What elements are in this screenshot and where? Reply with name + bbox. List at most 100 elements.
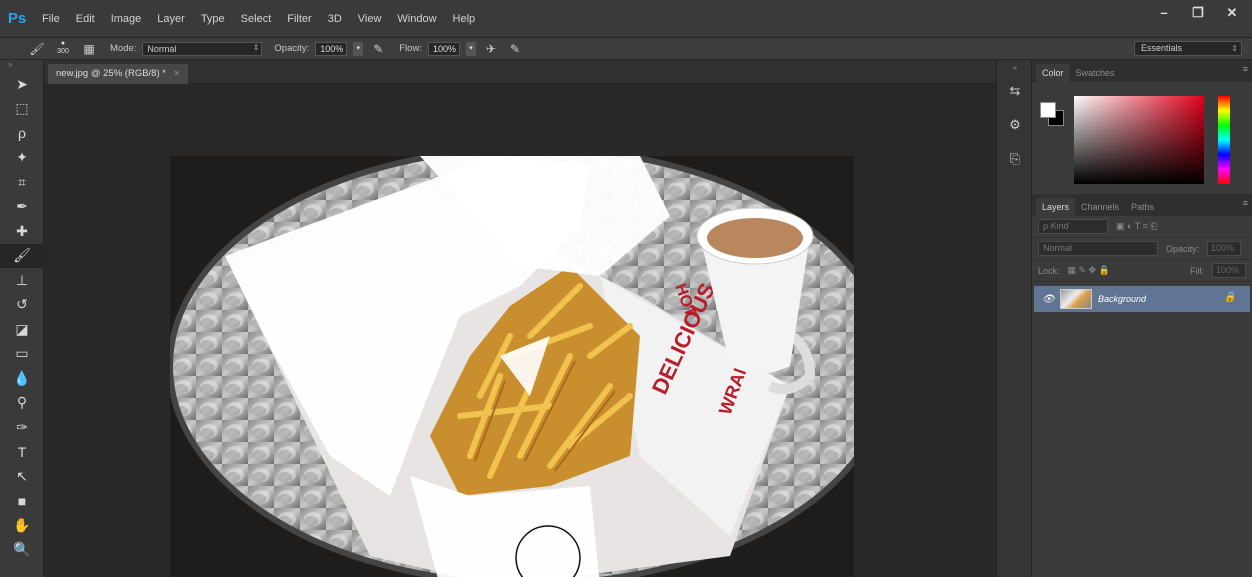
airbrush-icon[interactable]: ✈ — [482, 41, 500, 57]
layer-opacity-label: Opacity: — [1166, 243, 1200, 254]
menu-bar: Ps File Edit Image Layer Type Select Fil… — [0, 0, 1252, 38]
layer-kind-filter[interactable]: ρ Kind — [1038, 219, 1108, 234]
canvas-area[interactable]: DELICIOUS WRAP HOT — [44, 84, 996, 577]
move-tool-icon[interactable]: ➤ — [0, 72, 44, 97]
fill-input[interactable]: 100% — [1212, 263, 1246, 278]
right-panels: Color Swatches ≡ Layers Channels Paths ≡… — [1032, 60, 1252, 577]
photoshop-logo: Ps — [7, 10, 27, 27]
layer-lock-icon: 🔒 — [1223, 292, 1236, 303]
tab-layers[interactable]: Layers — [1036, 198, 1076, 216]
visibility-eye-icon[interactable]: 👁 — [1042, 294, 1055, 305]
menu-type[interactable]: Type — [193, 0, 233, 38]
lock-label: Lock: — [1038, 265, 1060, 276]
layers-panel: ρ Kind ▣ ◐ T ⌗ ⎗ Normal Opacity: 100% Lo… — [1032, 216, 1252, 312]
clone-stamp-tool-icon[interactable]: ⊥ — [0, 268, 44, 293]
menu-file[interactable]: File — [34, 0, 68, 38]
tab-channels[interactable]: Channels — [1075, 198, 1125, 216]
pen-tool-icon[interactable]: ✑ — [0, 415, 44, 440]
properties-panel-icon[interactable]: ⚙ — [997, 108, 1033, 142]
lock-options-icons[interactable]: ▦ ✎ ✥ 🔒 — [1068, 265, 1110, 276]
eraser-tool-icon[interactable]: ◪ — [0, 317, 44, 342]
blend-row: Normal Opacity: 100% — [1032, 238, 1252, 260]
mode-select[interactable]: Normal — [142, 41, 263, 56]
flow-input[interactable]: 100% — [427, 41, 460, 56]
gradient-tool-icon[interactable]: ▭ — [0, 342, 44, 367]
clone-source-panel-icon[interactable]: ⎘ — [997, 142, 1033, 176]
crop-tool-icon[interactable]: ⌗ — [0, 170, 44, 195]
dodge-tool-icon[interactable]: ⚲ — [0, 391, 44, 416]
type-tool-icon[interactable]: T — [0, 440, 44, 465]
collapse-icon[interactable]: » — [0, 60, 43, 72]
menu-help[interactable]: Help — [445, 0, 484, 38]
window-controls: – ❐ ✕ — [1152, 4, 1244, 22]
zoom-tool-icon[interactable]: 🔍 — [0, 538, 44, 563]
panel-icon-strip: « ⇆ ⚙ ⎘ — [996, 60, 1032, 577]
menu-3d[interactable]: 3D — [320, 0, 350, 38]
layer-name: Background — [1098, 294, 1147, 304]
layer-opacity-input[interactable]: 100% — [1207, 241, 1242, 256]
menu-window[interactable]: Window — [389, 0, 444, 38]
flow-dropdown-icon[interactable]: ▾ — [465, 41, 476, 56]
rectangle-tool-icon[interactable]: ■ — [0, 489, 44, 514]
document-tab-title: new.jpg @ 25% (RGB/8) * — [56, 68, 166, 79]
pressure-size-icon[interactable]: ✎ — [506, 41, 524, 57]
color-spectrum[interactable] — [1074, 96, 1204, 184]
foreground-color-swatch[interactable] — [1040, 102, 1056, 118]
history-panel-icon[interactable]: ⇆ — [997, 74, 1033, 108]
menu-image[interactable]: Image — [103, 0, 150, 38]
blur-tool-icon[interactable]: 💧 — [0, 366, 44, 391]
color-panel-tabs: Color Swatches ≡ — [1032, 60, 1252, 82]
minimize-button[interactable]: – — [1152, 4, 1176, 22]
opacity-dropdown-icon[interactable]: ▾ — [353, 41, 364, 56]
workspace-select[interactable]: Essentials — [1134, 41, 1242, 56]
pressure-opacity-icon[interactable]: ✎ — [369, 41, 387, 57]
marquee-tool-icon[interactable]: ⬚ — [0, 97, 44, 122]
layer-row[interactable]: 👁 Background 🔒 — [1034, 286, 1250, 312]
brush-size-picker[interactable]: ● 300 — [52, 40, 74, 58]
flow-label: Flow: — [399, 43, 422, 54]
brush-dot-icon: ● — [60, 39, 66, 47]
healing-brush-tool-icon[interactable]: ✚ — [0, 219, 44, 244]
layer-thumbnail — [1060, 289, 1092, 309]
tools-panel: » ➤ ⬚ ρ ✦ ⌗ ✒ ✚ 🖌 ⊥ ↺ ◪ ▭ 💧 ⚲ ✑ T ↖ ■ ✋ … — [0, 60, 44, 577]
brush-panel-toggle-icon[interactable]: ▦ — [80, 41, 98, 57]
quick-select-tool-icon[interactable]: ✦ — [0, 146, 44, 171]
lasso-tool-icon[interactable]: ρ — [0, 121, 44, 146]
layers-panel-menu-icon[interactable]: ≡ — [1243, 198, 1248, 208]
panel-menu-icon[interactable]: ≡ — [1243, 64, 1248, 74]
expand-panels-icon[interactable]: « — [997, 60, 1033, 74]
tab-swatches[interactable]: Swatches — [1070, 64, 1121, 82]
color-panel — [1032, 82, 1252, 194]
opacity-input[interactable]: 100% — [315, 41, 348, 56]
document-image[interactable]: DELICIOUS WRAP HOT — [170, 156, 854, 577]
mode-label: Mode: — [110, 43, 137, 54]
brush-size-value: 300 — [57, 47, 69, 55]
layers-panel-tabs: Layers Channels Paths ≡ — [1032, 194, 1252, 216]
hue-slider[interactable] — [1218, 96, 1230, 184]
layer-filter-row: ρ Kind ▣ ◐ T ⌗ ⎗ — [1032, 216, 1252, 238]
close-tab-icon[interactable]: × — [174, 64, 180, 84]
options-bar: 🖌 ● 300 ▦ Mode: Normal Opacity: 100% ▾ ✎… — [0, 38, 1252, 60]
filter-icons[interactable]: ▣ ◐ T ⌗ ⎗ — [1116, 221, 1157, 232]
opacity-label: Opacity: — [274, 43, 310, 54]
menu-layer[interactable]: Layer — [149, 0, 193, 38]
history-brush-tool-icon[interactable]: ↺ — [0, 293, 44, 318]
menu-edit[interactable]: Edit — [68, 0, 103, 38]
restore-button[interactable]: ❐ — [1186, 4, 1210, 22]
tab-color[interactable]: Color — [1036, 64, 1070, 82]
menu-select[interactable]: Select — [233, 0, 280, 38]
tab-paths[interactable]: Paths — [1125, 198, 1160, 216]
lock-row: Lock: ▦ ✎ ✥ 🔒 Fill: 100% — [1032, 260, 1252, 282]
brush-tool-icon[interactable]: 🖌 — [0, 243, 44, 268]
menu-filter[interactable]: Filter — [279, 0, 319, 38]
brush-tool-preset-icon[interactable]: 🖌 — [28, 41, 46, 57]
document-tab[interactable]: new.jpg @ 25% (RGB/8) * × — [48, 64, 188, 84]
hand-tool-icon[interactable]: ✋ — [0, 513, 44, 538]
blend-mode-select[interactable]: Normal — [1038, 241, 1158, 256]
fill-label: Fill: — [1190, 265, 1204, 276]
path-select-tool-icon[interactable]: ↖ — [0, 464, 44, 489]
document-tab-strip: new.jpg @ 25% (RGB/8) * × — [44, 60, 996, 84]
eyedropper-tool-icon[interactable]: ✒ — [0, 195, 44, 220]
close-button[interactable]: ✕ — [1220, 4, 1244, 22]
menu-view[interactable]: View — [350, 0, 390, 38]
